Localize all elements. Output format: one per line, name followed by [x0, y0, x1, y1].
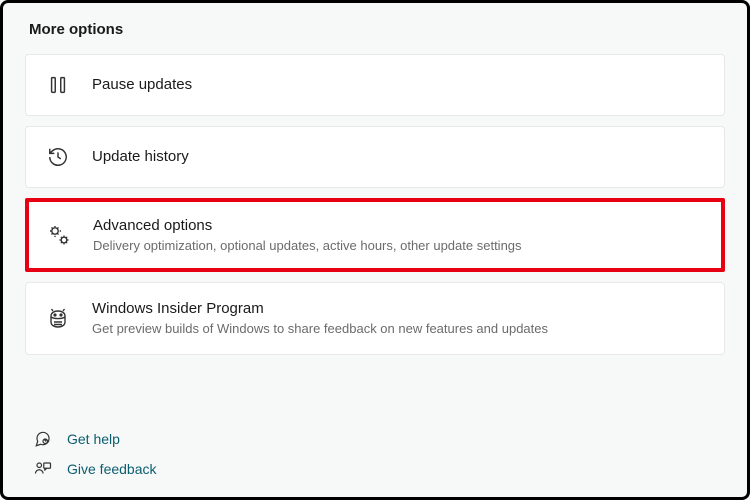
- gears-icon: [45, 221, 73, 249]
- advanced-options-row[interactable]: Advanced options Delivery optimization, …: [25, 198, 725, 272]
- update-history-row[interactable]: Update history: [25, 126, 725, 188]
- windows-insider-row[interactable]: Windows Insider Program Get preview buil…: [25, 282, 725, 354]
- footer-link-label: Get help: [67, 431, 120, 447]
- option-label: Pause updates: [92, 75, 192, 95]
- option-desc: Delivery optimization, optional updates,…: [93, 238, 522, 255]
- section-title: More options: [29, 21, 725, 38]
- footer-link-label: Give feedback: [67, 461, 157, 477]
- insider-icon: [44, 305, 72, 333]
- option-text: Windows Insider Program Get preview buil…: [92, 299, 548, 337]
- get-help-link[interactable]: Get help: [33, 429, 157, 449]
- footer-links: Get help Give feedback: [33, 419, 157, 479]
- pause-icon: [44, 71, 72, 99]
- option-text: Pause updates: [92, 75, 192, 95]
- option-text: Update history: [92, 147, 189, 167]
- pause-updates-row[interactable]: Pause updates: [25, 54, 725, 116]
- option-desc: Get preview builds of Windows to share f…: [92, 321, 548, 338]
- option-text: Advanced options Delivery optimization, …: [93, 216, 522, 254]
- give-feedback-link[interactable]: Give feedback: [33, 459, 157, 479]
- option-label: Update history: [92, 147, 189, 167]
- option-label: Advanced options: [93, 216, 522, 236]
- feedback-icon: [33, 459, 53, 479]
- help-icon: [33, 429, 53, 449]
- history-icon: [44, 143, 72, 171]
- option-label: Windows Insider Program: [92, 299, 548, 319]
